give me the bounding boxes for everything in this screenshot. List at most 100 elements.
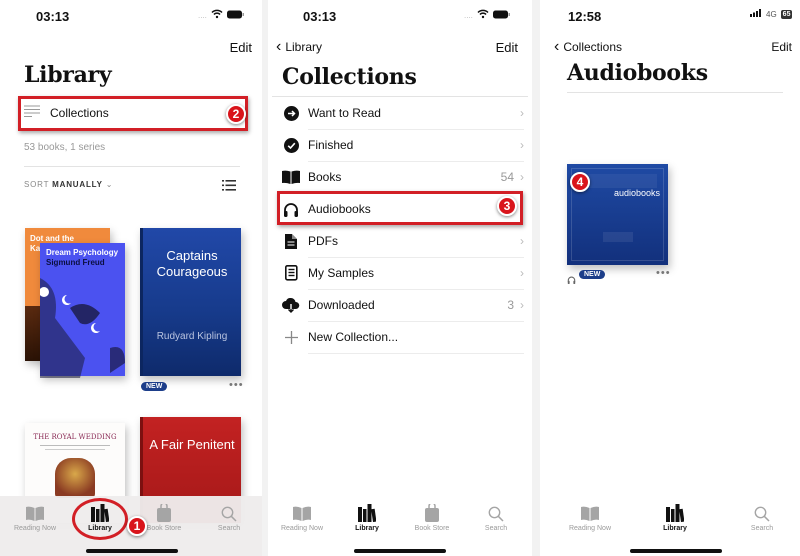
new-badge: NEW [579, 270, 606, 279]
cloud-download-icon [282, 297, 300, 313]
cellular-signal-icon [750, 9, 762, 19]
back-label: Collections [563, 40, 623, 54]
edit-button[interactable]: Edit [230, 40, 252, 55]
status-icons: .... [198, 9, 245, 22]
book-cover[interactable]: Captains Courageous Rudyard Kipling [140, 228, 241, 376]
tab-search[interactable]: Search [199, 504, 259, 532]
divider [567, 92, 783, 93]
tab-book-store[interactable]: Book Store [402, 504, 462, 532]
chevron-right-icon: › [520, 170, 524, 184]
audiobooks-screen: 12:58 4G 65 ‹ Collections Edit Audiobook… [540, 0, 800, 556]
tab-label: Library [355, 525, 379, 532]
item-count: 54 [500, 170, 514, 184]
divider [24, 166, 240, 167]
more-options-button[interactable]: ••• [229, 379, 244, 391]
chevron-right-icon: › [520, 234, 524, 248]
sort-control[interactable]: SORT MANUALLY ⌄ [24, 180, 113, 189]
headphones-icon [567, 271, 576, 289]
document-icon [282, 233, 300, 249]
annotation-circle [72, 498, 128, 540]
chevron-left-icon: ‹ [554, 38, 560, 55]
more-options-button[interactable]: ••• [656, 267, 671, 279]
new-badge: NEW [141, 382, 168, 391]
tab-label: Search [484, 525, 508, 532]
cover-art [40, 278, 125, 378]
status-time: 03:13 [303, 9, 337, 24]
collection-item-books[interactable]: Books 54 › [282, 161, 524, 193]
reading-now-icon [560, 504, 620, 522]
tab-search[interactable]: Search [732, 504, 792, 532]
edit-button[interactable]: Edit [496, 40, 518, 55]
cover-text: audiobooks [613, 188, 660, 198]
page-title: Library [24, 62, 112, 88]
annotation-box [277, 191, 523, 225]
plus-icon [282, 330, 300, 344]
open-book-icon [282, 170, 300, 184]
collection-item-want-to-read[interactable]: Want to Read › [282, 97, 524, 129]
tab-bar: Reading Now Library Book Store Search [268, 496, 532, 556]
tab-label: Reading Now [568, 525, 612, 532]
coat-of-arms-image [55, 458, 95, 498]
item-count: 3 [507, 298, 514, 312]
reading-now-icon [5, 504, 65, 522]
book-author: Rudyard Kipling [156, 331, 228, 342]
library-screen: 03:13 .... Edit Library Collections 2 53… [0, 0, 262, 556]
list-view-icon[interactable] [222, 178, 236, 196]
chevron-right-icon: › [520, 138, 524, 152]
home-indicator [86, 549, 178, 553]
step-badge: 3 [497, 196, 517, 216]
chevron-right-icon: › [520, 298, 524, 312]
search-icon [466, 504, 526, 522]
step-badge: 1 [127, 516, 147, 536]
back-button[interactable]: ‹ Collections [554, 38, 623, 55]
collection-item-pdfs[interactable]: PDFs › [282, 225, 524, 257]
tab-label: Book Store [146, 525, 182, 532]
chevron-right-icon: › [520, 106, 524, 120]
book-title: Dream Psychology [46, 248, 119, 257]
back-label: Library [285, 40, 323, 54]
page-title: Collections [282, 64, 417, 90]
tab-search[interactable]: Search [466, 504, 526, 532]
book-store-icon [402, 504, 462, 522]
signal-icon: .... [464, 11, 473, 20]
tab-label: Reading Now [280, 525, 324, 532]
collection-item-downloaded[interactable]: Downloaded 3 › [282, 289, 524, 321]
tab-label: Search [217, 525, 241, 532]
tab-label: Search [750, 525, 774, 532]
library-icon [337, 504, 397, 522]
tab-reading-now[interactable]: Reading Now [560, 504, 620, 532]
sort-value: MANUALLY [52, 180, 103, 189]
search-icon [732, 504, 792, 522]
battery-icon [226, 10, 245, 22]
new-collection-button[interactable]: New Collection... [282, 321, 524, 353]
collection-item-my-samples[interactable]: My Samples › [282, 257, 524, 289]
network-type: 4G [766, 9, 777, 19]
reading-now-icon [272, 504, 332, 522]
status-time: 12:58 [568, 9, 602, 24]
step-badge: 4 [570, 172, 590, 192]
sort-prefix: SORT [24, 180, 50, 189]
tab-reading-now[interactable]: Reading Now [272, 504, 332, 532]
search-icon [199, 504, 259, 522]
back-button[interactable]: ‹ Library [276, 39, 323, 55]
tab-label: Book Store [414, 525, 450, 532]
arrow-circle-icon [282, 105, 300, 121]
annotation-box [18, 96, 248, 131]
step-badge: 2 [226, 104, 246, 124]
status-time: 03:13 [36, 9, 70, 24]
book-title: A Fair Penitent [149, 437, 235, 452]
collection-item-finished[interactable]: Finished › [282, 129, 524, 161]
library-count: 53 books, 1 series [24, 142, 106, 153]
chevron-down-icon: ⌄ [105, 180, 114, 189]
edit-button[interactable]: Edit [771, 40, 792, 54]
tab-library[interactable]: Library [337, 504, 397, 532]
chevron-right-icon: › [520, 266, 524, 280]
tab-library[interactable]: Library [645, 504, 705, 532]
book-title: Captains Courageous [156, 248, 228, 279]
battery-icon [492, 10, 511, 22]
tab-reading-now[interactable]: Reading Now [5, 504, 65, 532]
book-cover[interactable]: Dream Psychology Sigmund Freud [40, 243, 125, 378]
status-icons: 4G 65 [750, 9, 793, 19]
samples-icon [282, 265, 300, 281]
status-icons: .... [464, 9, 511, 22]
